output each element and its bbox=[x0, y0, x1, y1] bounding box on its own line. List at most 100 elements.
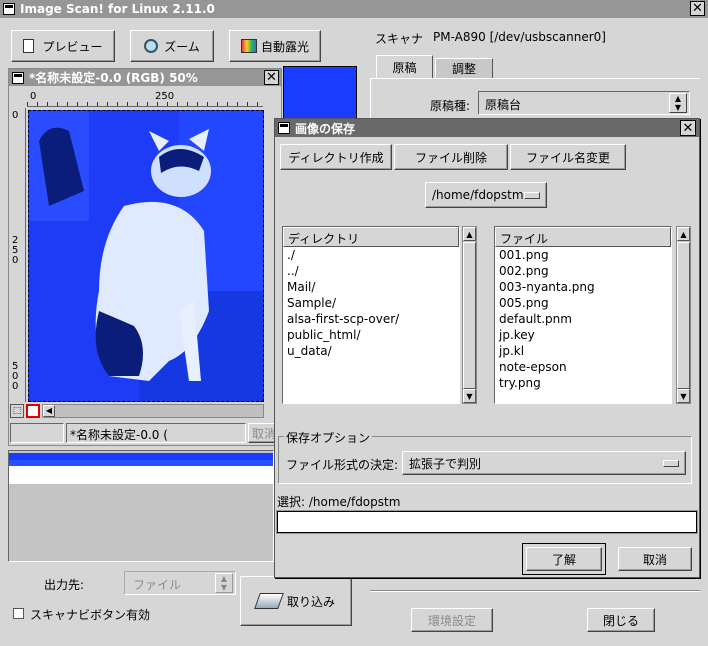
directory-list-item[interactable]: Sample/ bbox=[283, 295, 459, 311]
preview-window-menu-icon[interactable] bbox=[12, 71, 24, 84]
preview-cancel-label: 取消 bbox=[252, 426, 276, 441]
file-list-item[interactable]: 002.png bbox=[495, 263, 671, 279]
scanner-button-checkbox[interactable] bbox=[13, 608, 24, 619]
directory-list-header[interactable]: ディレクトリ bbox=[283, 227, 459, 247]
cat-photo bbox=[29, 111, 263, 401]
close-button-label: 閉じる bbox=[602, 613, 639, 628]
zoom-button[interactable]: ズーム bbox=[130, 30, 214, 62]
rename-file-label: ファイル名変更 bbox=[525, 150, 610, 165]
scanner-icon bbox=[254, 593, 284, 609]
format-menu[interactable]: 拡張子で判別 bbox=[402, 451, 686, 475]
directory-list-item[interactable]: Mail/ bbox=[283, 279, 459, 295]
delete-file-label: ファイル削除 bbox=[414, 150, 487, 165]
ruler-v-0: 0 bbox=[12, 110, 19, 121]
preview-zoom-icon[interactable]: ⬚ bbox=[10, 404, 24, 418]
save-dialog-title-bar: 画像の保存 bbox=[275, 119, 699, 137]
preview-button[interactable]: プレビュー bbox=[11, 30, 115, 62]
mkdir-button[interactable]: ディレクトリ作成 bbox=[280, 144, 392, 170]
preview-image[interactable] bbox=[28, 110, 264, 402]
scan-button[interactable]: 取り込み bbox=[240, 576, 352, 626]
preview-hscrollbar[interactable]: ◀ bbox=[42, 404, 264, 418]
scroll-down-icon[interactable]: ▼ bbox=[677, 389, 690, 403]
mkdir-label: ディレクトリ作成 bbox=[288, 150, 384, 165]
scroll-thumb[interactable] bbox=[677, 242, 690, 389]
file-list-item[interactable]: 005.png bbox=[495, 295, 671, 311]
filename-input[interactable] bbox=[276, 510, 698, 534]
file-list[interactable]: ファイル 001.png 002.png 003-nyanta.png 005.png… bbox=[494, 226, 672, 404]
scroll-up-icon[interactable]: ▲ bbox=[677, 227, 690, 241]
directory-list-item[interactable]: public_html/ bbox=[283, 327, 459, 343]
main-window-title: Image Scan! for Linux 2.11.0 bbox=[20, 2, 215, 16]
document-source-select[interactable]: 原稿台 ▲ ▼ bbox=[478, 91, 690, 115]
scroll-thumb[interactable] bbox=[463, 242, 476, 389]
close-button[interactable]: 閉じる bbox=[587, 608, 655, 632]
preview-status-label: *名称未設定-0.0 ( bbox=[70, 428, 168, 442]
file-list-item[interactable]: try.png bbox=[495, 375, 671, 391]
document-icon bbox=[23, 39, 35, 53]
preview-button-label: プレビュー bbox=[42, 39, 103, 54]
dialog-cancel-label: 取消 bbox=[642, 552, 667, 567]
dialog-close-icon[interactable]: ✕ bbox=[680, 120, 696, 136]
spinner-arrows-icon: ▲ ▼ bbox=[669, 93, 687, 113]
preview-quickmask-icon[interactable] bbox=[26, 404, 40, 418]
window-menu-icon[interactable] bbox=[3, 3, 15, 15]
preview-status-left bbox=[10, 423, 64, 443]
save-dialog-title: 画像の保存 bbox=[295, 121, 356, 136]
file-list-item[interactable]: 001.png bbox=[495, 247, 671, 263]
scroll-down-icon[interactable]: ▼ bbox=[463, 389, 476, 403]
preview-cancel-button[interactable]: 取消 bbox=[248, 423, 276, 443]
ruler-v-500: 5 0 0 bbox=[12, 361, 19, 392]
format-menu-value: 拡張子で判別 bbox=[409, 456, 482, 471]
preview-status-text: *名称未設定-0.0 ( bbox=[66, 423, 246, 443]
file-list-item[interactable]: default.pnm bbox=[495, 311, 671, 327]
histogram-area bbox=[8, 450, 274, 562]
file-list-item[interactable]: 003-nyanta.png bbox=[495, 279, 671, 295]
auto-exposure-button-label: 自動露光 bbox=[260, 39, 309, 54]
tab-adjust-label: 調整 bbox=[451, 62, 476, 76]
format-label: ファイル形式の決定: bbox=[286, 458, 399, 472]
directory-header-label: ディレクトリ bbox=[288, 232, 360, 246]
rename-file-button[interactable]: ファイル名変更 bbox=[510, 144, 626, 170]
directory-scrollbar[interactable]: ▲ ▼ bbox=[462, 226, 477, 404]
main-title-bar: Image Scan! for Linux 2.11.0 bbox=[0, 0, 708, 18]
selection-label: 選択: /home/fdopstm bbox=[277, 495, 401, 509]
ok-button-label: 了解 bbox=[551, 552, 576, 567]
palette-icon bbox=[240, 39, 257, 53]
file-list-item[interactable]: jp.key bbox=[495, 327, 671, 343]
file-list-header[interactable]: ファイル bbox=[495, 227, 671, 247]
file-scrollbar[interactable]: ▲ ▼ bbox=[676, 226, 691, 404]
dialog-window-menu-icon[interactable] bbox=[278, 122, 290, 134]
close-icon[interactable]: ✕ bbox=[690, 1, 705, 16]
scroll-up-icon[interactable]: ▲ bbox=[463, 227, 476, 241]
preview-title-bar: *名称未設定-0.0 (RGB) 50% bbox=[9, 69, 281, 86]
dialog-cancel-button[interactable]: 取消 bbox=[618, 547, 692, 571]
tab-document-label: 原稿 bbox=[392, 60, 417, 75]
tab-adjust[interactable]: 調整 bbox=[435, 58, 493, 79]
directory-list-item[interactable]: ./ bbox=[283, 247, 459, 263]
file-list-item[interactable]: jp.kl bbox=[495, 343, 671, 359]
separator bbox=[370, 590, 700, 592]
preview-close-icon[interactable]: ✕ bbox=[264, 70, 279, 85]
env-settings-button[interactable]: 環境設定 bbox=[411, 608, 493, 632]
ok-button[interactable]: 了解 bbox=[526, 547, 602, 571]
tab-document[interactable]: 原稿 bbox=[376, 55, 433, 79]
directory-list[interactable]: ディレクトリ ./../Mail/Sample/alsa-first-scp-o… bbox=[282, 226, 460, 404]
document-source-label: 原稿種: bbox=[430, 99, 471, 113]
auto-exposure-button[interactable]: 自動露光 bbox=[229, 30, 321, 62]
file-list-item[interactable]: note-epson bbox=[495, 359, 671, 375]
directory-list-item[interactable]: u_data/ bbox=[283, 343, 459, 359]
magnifier-icon bbox=[144, 39, 159, 53]
output-label: 出力先: bbox=[44, 578, 85, 592]
path-menu[interactable]: /home/fdopstm bbox=[425, 182, 547, 208]
file-header-label: ファイル bbox=[500, 232, 549, 246]
ruler-h-250: 250 bbox=[155, 91, 175, 102]
directory-list-item[interactable]: ../ bbox=[283, 263, 459, 279]
directory-list-item[interactable]: alsa-first-scp-over/ bbox=[283, 311, 459, 327]
output-value: ファイル bbox=[133, 578, 182, 592]
save-options-label: 保存オプション bbox=[284, 429, 373, 446]
delete-file-button[interactable]: ファイル削除 bbox=[394, 144, 508, 170]
output-select[interactable]: ファイル ▲ ▼ bbox=[124, 571, 236, 595]
scanner-value: PM-A890 [/dev/usbscanner0] bbox=[433, 30, 606, 44]
zoom-button-label: ズーム bbox=[164, 39, 200, 54]
scanner-label: スキャナ bbox=[375, 32, 424, 46]
